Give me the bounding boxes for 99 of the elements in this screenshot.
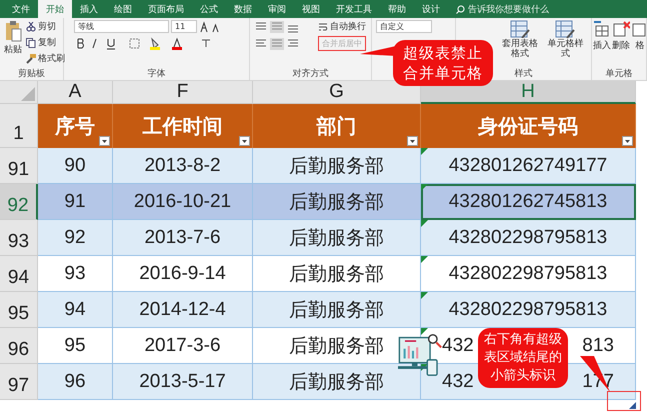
table-cell: 2016-10-21	[134, 190, 232, 212]
ribbon-tab[interactable]: 文件	[4, 0, 38, 18]
table-cell: 432802298795813	[448, 298, 608, 320]
ribbon-button[interactable]: 复制	[26, 36, 65, 49]
copy-icon	[26, 38, 36, 48]
table-cell-text: 后勤服务部	[289, 262, 384, 286]
ribbon-button[interactable]: 单元格样式	[544, 20, 587, 67]
table-cell-text: 后勤服务部	[289, 298, 384, 322]
group-label: 剪贴板	[18, 69, 45, 79]
table-cell: 93	[64, 262, 86, 284]
filter-dropdown[interactable]	[239, 136, 250, 146]
caret-icon	[102, 140, 107, 143]
ribbon-tab[interactable]: 数据	[226, 0, 260, 18]
group-label: 样式	[514, 69, 532, 79]
row-header[interactable]: 97	[0, 364, 38, 400]
table-cell: 92	[64, 226, 86, 248]
table-cell: 2013-7-6	[144, 226, 221, 248]
table-cell: 432	[442, 370, 474, 392]
font-name-field[interactable]: 等线	[74, 20, 169, 33]
caret-icon	[410, 140, 415, 143]
table-cell: 432801262745813	[448, 190, 608, 212]
ribbon-tab[interactable]: 插入	[72, 0, 106, 18]
table-cell: 813	[582, 334, 614, 356]
table-end-arrow-icon	[629, 402, 636, 409]
corner-triangle-icon	[21, 87, 35, 101]
row-header[interactable]: 91	[0, 148, 38, 184]
table-cell-text: 后勤服务部	[289, 190, 384, 214]
table-style-icon	[510, 20, 530, 38]
column-header[interactable]: H	[421, 81, 636, 104]
filter-dropdown[interactable]	[622, 136, 633, 146]
callout-text: 右下角有超级	[484, 331, 562, 349]
row-header[interactable]: 1	[0, 104, 38, 148]
tell-me-field[interactable]: 告诉我你想要做什么	[468, 2, 549, 16]
wrap-text-icon	[318, 22, 328, 32]
table-cell: 432802298795813	[448, 226, 608, 248]
paste-button[interactable]: 粘贴	[4, 20, 22, 67]
row-header[interactable]: 95	[0, 292, 38, 328]
ribbon-tab[interactable]: 审阅	[260, 0, 294, 18]
table-cell: 432802298795813	[448, 262, 608, 284]
column-header[interactable]: A	[38, 81, 113, 104]
scissors-icon	[26, 22, 36, 32]
table-cell: 91	[64, 190, 86, 212]
ribbon-tab[interactable]: 绘图	[106, 0, 140, 18]
table-cell: 2014-12-4	[139, 298, 226, 320]
caret-icon	[625, 140, 630, 143]
table-cell: 432801262749177	[448, 154, 608, 176]
row-header[interactable]: 96	[0, 328, 38, 364]
table-cell: 2016-9-14	[139, 262, 226, 284]
table-cell: 95	[64, 334, 86, 356]
table-cell-text: 后勤服务部	[289, 334, 384, 358]
table-cell: 2017-3-6	[144, 334, 221, 356]
table-cell: 94	[64, 298, 86, 320]
number-format-field[interactable]: 自定义	[376, 20, 432, 33]
table-header: 工作时间	[142, 114, 222, 140]
ribbon-tab[interactable]: 公式	[192, 0, 226, 18]
table-header: 部门	[316, 114, 356, 140]
caret-icon	[242, 140, 247, 143]
table-cell: 2013-8-2	[144, 154, 221, 176]
callout-text: 合并单元格	[403, 63, 483, 83]
ribbon-button[interactable]: 插入	[593, 20, 611, 67]
ribbon-button[interactable]: 格	[631, 20, 647, 67]
table-cell: 432	[442, 334, 474, 356]
highlight-frame	[607, 391, 641, 411]
group-label: 字体	[148, 69, 166, 79]
row-header[interactable]: 93	[0, 220, 38, 256]
callout-text: 超级表禁止	[403, 43, 483, 63]
filter-dropdown[interactable]	[407, 136, 418, 146]
ribbon-button[interactable]: 套用表格格式	[498, 20, 542, 67]
table-cell-text: 后勤服务部	[289, 370, 384, 394]
ribbon-button[interactable]: 删除	[612, 20, 630, 67]
table-cell-text: 后勤服务部	[289, 154, 384, 178]
filter-dropdown[interactable]	[99, 136, 110, 146]
ribbon-tab[interactable]: 设计	[414, 0, 448, 18]
table-cell: 96	[64, 370, 86, 392]
ribbon-button[interactable]: 格式刷	[26, 52, 65, 65]
column-header[interactable]: G	[253, 81, 421, 104]
ribbon-tab[interactable]: 开始	[38, 0, 72, 18]
callout-text: 表区域结尾的	[484, 349, 562, 367]
ribbon-button[interactable]: 自动换行	[318, 20, 366, 33]
row-header[interactable]: 94	[0, 256, 38, 292]
column-header[interactable]: F	[113, 81, 253, 104]
callout-text: 小箭头标识	[490, 367, 556, 385]
ribbon-tab[interactable]: 页面布局	[140, 0, 192, 18]
table-cell: 90	[64, 154, 86, 176]
group-label: 单元格	[606, 69, 632, 79]
search-icon	[456, 4, 465, 14]
ribbon-tab[interactable]: 帮助	[380, 0, 414, 18]
row-header[interactable]: 92	[0, 184, 38, 220]
font-size-field[interactable]: 11	[171, 20, 197, 33]
table-header: 序号	[55, 114, 95, 140]
table-cell-text: 后勤服务部	[289, 226, 384, 250]
table-header: 身份证号码	[478, 114, 578, 140]
ribbon-button[interactable]: 剪切	[26, 20, 65, 33]
group-label: 对齐方式	[292, 69, 328, 79]
brush-icon	[26, 54, 36, 64]
table-cell: 2013-5-17	[139, 370, 226, 392]
ribbon-tab[interactable]: 开发工具	[328, 0, 380, 18]
ribbon-tab[interactable]: 视图	[294, 0, 328, 18]
cell-style-icon	[555, 20, 576, 38]
